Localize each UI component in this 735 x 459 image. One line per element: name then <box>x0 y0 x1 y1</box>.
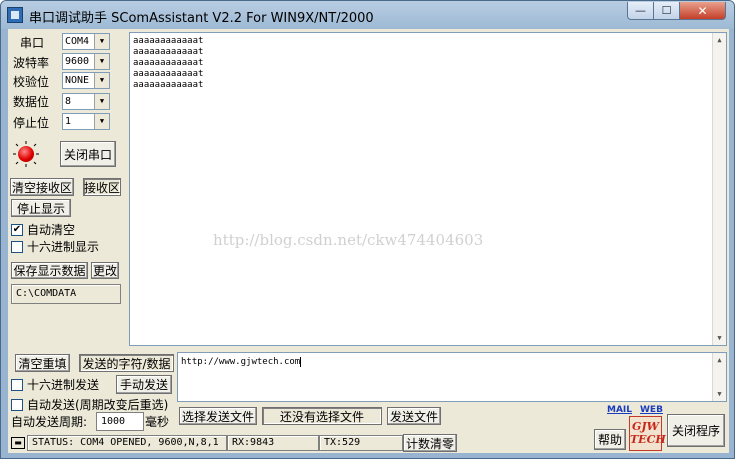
chevron-down-icon[interactable]: ▼ <box>94 54 109 69</box>
baud-label: 波特率 <box>13 56 50 70</box>
scroll-down-icon[interactable]: ▼ <box>713 331 726 345</box>
hex-display-checkbox[interactable]: 十六进制显示 <box>11 238 99 255</box>
chevron-down-icon[interactable]: ▼ <box>94 73 109 88</box>
auto-clear-label: 自动清空 <box>27 223 76 237</box>
databits-label: 数据位 <box>13 95 50 109</box>
auto-send-period-input[interactable]: 1000 <box>96 412 144 431</box>
auto-send-checkbox[interactable]: 自动发送(周期改变后重选) <box>11 396 168 413</box>
parity-label: 校验位 <box>13 75 50 89</box>
send-text[interactable]: http://www.gjwtech.com <box>178 353 726 368</box>
period-unit-label: 毫秒 <box>145 415 170 429</box>
receive-line: aaaaaaaaaaaat <box>133 69 204 79</box>
stopbits-select[interactable]: 1 ▼ <box>62 113 110 130</box>
auto-send-label: 自动发送(周期改变后重选) <box>27 398 169 412</box>
close-window-button[interactable]: ✕ <box>679 2 726 20</box>
databits-value: 8 <box>65 96 72 107</box>
watermark: http://blog.csdn.net/ckw474404603 <box>213 231 484 249</box>
close-port-button[interactable]: 关闭串口 <box>60 141 116 167</box>
close-program-button[interactable]: 关闭程序 <box>667 414 725 447</box>
receive-line: aaaaaaaaaaaat <box>133 36 204 46</box>
receive-scrollbar[interactable]: ▲ ▼ <box>712 33 726 345</box>
tx-counter: TX:529 <box>319 435 403 451</box>
databits-select[interactable]: 8 ▼ <box>62 93 110 110</box>
save-path-field: C:\COMDATA <box>11 284 121 304</box>
auto-clear-checkbox[interactable]: ✔ 自动清空 <box>11 221 75 238</box>
receive-line: aaaaaaaaaaaat <box>133 80 204 90</box>
receive-lines: aaaaaaaaaaaat aaaaaaaaaaaat aaaaaaaaaaaa… <box>130 33 726 91</box>
scroll-up-icon[interactable]: ▲ <box>713 33 726 47</box>
help-button[interactable]: 帮助 <box>594 429 626 450</box>
select-send-file-button[interactable]: 选择发送文件 <box>179 407 257 425</box>
send-file-button[interactable]: 发送文件 <box>387 407 441 425</box>
status-bar-icon: ▬ <box>11 437 25 449</box>
receive-line: aaaaaaaaaaaat <box>133 47 204 57</box>
port-label: 串口 <box>20 36 45 50</box>
hex-send-label: 十六进制发送 <box>27 378 100 392</box>
rx-counter: RX:9843 <box>227 435 319 451</box>
hex-send-checkbox[interactable]: 十六进制发送 <box>11 376 99 393</box>
receive-line: aaaaaaaaaaaat <box>133 58 204 68</box>
clear-receive-button[interactable]: 清空接收区 <box>10 178 74 196</box>
port-value: COM4 <box>65 36 90 47</box>
hex-display-label: 十六进制显示 <box>27 240 100 254</box>
parity-select[interactable]: NONE ▼ <box>62 72 110 89</box>
send-textarea[interactable]: http://www.gjwtech.com ▲ ▼ <box>177 352 727 402</box>
title-bar[interactable]: 串口调试助手 SComAssistant V2.2 For WIN9X/NT/2… <box>1 1 734 29</box>
scroll-down-icon[interactable]: ▼ <box>713 387 726 401</box>
send-area-label: 发送的字符/数据 <box>79 354 174 372</box>
window-title: 串口调试助手 SComAssistant V2.2 For WIN9X/NT/2… <box>29 11 374 26</box>
client-area: 串口 COM4 ▼ 波特率 9600 ▼ 校验位 NONE ▼ 数据位 8 ▼ … <box>8 29 729 453</box>
chevron-down-icon[interactable]: ▼ <box>94 94 109 109</box>
baud-value: 9600 <box>65 56 90 67</box>
file-status-field: 还没有选择文件 <box>262 407 382 425</box>
receive-area-label: 接收区 <box>83 178 121 196</box>
checkbox-icon[interactable] <box>11 398 23 411</box>
status-text: STATUS: COM4 OPENED, 9600,N,8,1 <box>27 435 227 451</box>
port-led <box>18 146 34 162</box>
maximize-button[interactable]: ☐ <box>653 2 680 20</box>
reset-count-button[interactable]: 计数清零 <box>403 434 457 452</box>
stop-display-button[interactable]: 停止显示 <box>11 199 71 217</box>
clear-send-button[interactable]: 清空重填 <box>15 354 70 372</box>
checkbox-icon[interactable] <box>11 378 23 391</box>
checkbox-icon[interactable] <box>11 240 23 253</box>
baud-select[interactable]: 9600 ▼ <box>62 53 110 70</box>
gjw-tech-logo: GJW TECH <box>629 416 666 451</box>
app-window: 串口调试助手 SComAssistant V2.2 For WIN9X/NT/2… <box>0 0 735 459</box>
web-link[interactable]: WEB <box>640 405 663 415</box>
chevron-down-icon[interactable]: ▼ <box>94 34 109 49</box>
stopbits-value: 1 <box>65 116 72 127</box>
scroll-up-icon[interactable]: ▲ <box>713 353 726 367</box>
save-data-button[interactable]: 保存显示数据 <box>11 262 88 279</box>
send-scrollbar[interactable]: ▲ ▼ <box>712 353 726 401</box>
chevron-down-icon[interactable]: ▼ <box>94 114 109 129</box>
app-icon <box>7 7 23 23</box>
mail-link[interactable]: MAIL <box>607 405 632 415</box>
port-select[interactable]: COM4 ▼ <box>62 33 110 50</box>
check-icon[interactable]: ✔ <box>11 223 23 236</box>
auto-send-period-label: 自动发送周期: <box>11 415 88 429</box>
change-path-button[interactable]: 更改 <box>91 262 119 279</box>
manual-send-button[interactable]: 手动发送 <box>116 375 172 394</box>
minimize-button[interactable]: — <box>627 2 654 20</box>
parity-value: NONE <box>65 75 90 86</box>
stopbits-label: 停止位 <box>13 116 50 130</box>
receive-textarea[interactable]: aaaaaaaaaaaat aaaaaaaaaaaat aaaaaaaaaaaa… <box>129 32 727 346</box>
